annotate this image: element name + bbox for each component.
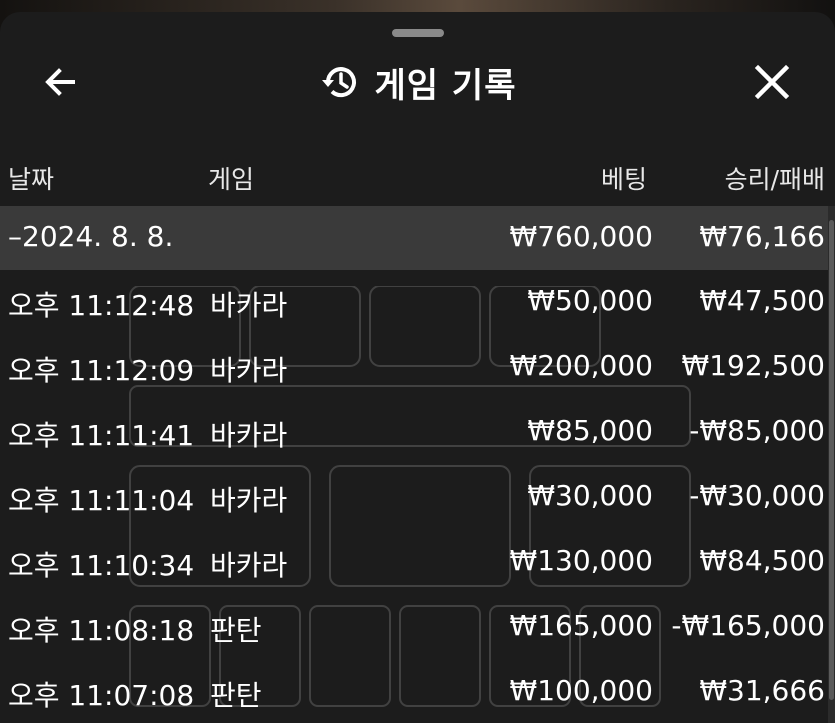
row-win-loss: ₩192,500 — [681, 349, 825, 382]
row-game: 바카라 — [210, 484, 288, 517]
title-group: 게임 기록 — [0, 58, 835, 106]
row-bet: ₩100,000 — [509, 674, 653, 707]
history-row[interactable]: 오후 11:11:04 바카라 ₩30,000 -₩30,000 — [0, 465, 835, 529]
date-group-row[interactable]: –2024. 8. 8. ₩760,000 ₩76,166 — [0, 206, 835, 270]
date-label: –2024. 8. 8. — [8, 220, 174, 253]
history-row[interactable]: 오후 11:07:08 판탄 ₩100,000 ₩31,666 — [0, 660, 835, 723]
row-bet: ₩165,000 — [509, 609, 653, 642]
header: 게임 기록 — [0, 42, 835, 122]
row-time: 오후 11:12:09 — [8, 354, 195, 387]
column-date[interactable]: 날짜 — [8, 160, 54, 196]
row-win-loss: -₩85,000 — [689, 414, 825, 447]
row-bet: ₩50,000 — [527, 284, 653, 317]
drag-handle[interactable] — [392, 29, 444, 37]
row-win-loss: ₩84,500 — [699, 544, 825, 577]
row-time: 오후 11:11:04 — [8, 484, 195, 517]
game-history-panel: 게임 기록 날짜 게임 베팅 승리/패배 –2024. 8. 8. ₩760,0… — [0, 12, 835, 723]
row-game: 바카라 — [210, 289, 288, 322]
row-win-loss: -₩30,000 — [689, 479, 825, 512]
history-row[interactable]: 오후 11:11:41 바카라 ₩85,000 -₩85,000 — [0, 400, 835, 464]
history-row[interactable]: 오후 11:12:48 바카라 ₩50,000 ₩47,500 — [0, 270, 835, 334]
row-win-loss: ₩31,666 — [699, 674, 825, 707]
row-game: 바카라 — [210, 354, 288, 387]
win-loss-total: ₩76,166 — [699, 220, 825, 253]
row-bet: ₩30,000 — [527, 479, 653, 512]
row-time: 오후 11:11:41 — [8, 419, 195, 452]
row-time: 오후 11:10:34 — [8, 549, 195, 582]
page-title: 게임 기록 — [374, 65, 517, 106]
column-bet[interactable]: 베팅 — [601, 160, 647, 196]
row-time: 오후 11:08:18 — [8, 614, 195, 647]
close-icon — [754, 64, 790, 100]
row-time: 오후 11:07:08 — [8, 679, 195, 712]
column-win-loss[interactable]: 승리/패배 — [725, 160, 825, 196]
history-icon — [321, 67, 356, 98]
row-time: 오후 11:12:48 — [8, 289, 195, 322]
history-row[interactable]: 오후 11:10:34 바카라 ₩130,000 ₩84,500 — [0, 530, 835, 594]
column-game[interactable]: 게임 — [208, 160, 254, 196]
row-game: 바카라 — [210, 549, 288, 582]
row-game: 판탄 — [210, 679, 262, 712]
history-row[interactable]: 오후 11:12:09 바카라 ₩200,000 ₩192,500 — [0, 335, 835, 399]
column-headers: 날짜 게임 베팅 승리/패배 — [0, 152, 835, 202]
scrollbar[interactable] — [828, 206, 835, 723]
row-win-loss: -₩165,000 — [671, 609, 825, 642]
row-game: 판탄 — [210, 614, 262, 647]
close-button[interactable] — [746, 56, 798, 108]
row-game: 바카라 — [210, 419, 288, 452]
row-bet: ₩85,000 — [527, 414, 653, 447]
history-list[interactable]: –2024. 8. 8. ₩760,000 ₩76,166 오후 11:12:4… — [0, 206, 835, 723]
scrollbar-thumb[interactable] — [829, 220, 834, 700]
row-win-loss: ₩47,500 — [699, 284, 825, 317]
row-bet: ₩130,000 — [509, 544, 653, 577]
row-bet: ₩200,000 — [509, 349, 653, 382]
bet-total: ₩760,000 — [509, 220, 653, 253]
history-row[interactable]: 오후 11:08:18 판탄 ₩165,000 -₩165,000 — [0, 595, 835, 659]
